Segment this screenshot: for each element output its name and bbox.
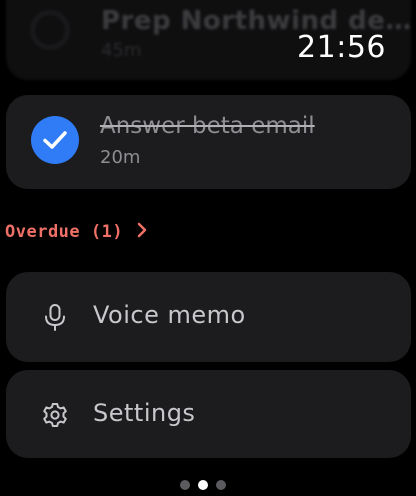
watch-screen: Prep Northwind de… 45m 21:56 Answer beta… xyxy=(0,0,416,496)
page-dot-active xyxy=(198,480,208,490)
page-indicator xyxy=(180,480,226,490)
overdue-label: Overdue (1) xyxy=(5,222,124,242)
task-duration: 45m xyxy=(101,40,142,61)
overdue-link[interactable]: Overdue (1) xyxy=(5,219,147,245)
task-card-answer-beta-email[interactable]: Answer beta email 20m xyxy=(6,95,411,189)
chevron-right-icon xyxy=(137,222,147,243)
task-progress-ring xyxy=(30,10,70,50)
settings-label: Settings xyxy=(93,399,196,427)
page-dot xyxy=(216,480,226,490)
gear-icon xyxy=(42,401,68,429)
settings-button[interactable]: Settings xyxy=(6,370,411,458)
voice-memo-button[interactable]: Voice memo xyxy=(6,272,411,362)
task-title: Answer beta email xyxy=(100,113,315,139)
microphone-icon xyxy=(42,303,68,331)
voice-memo-label: Voice memo xyxy=(93,301,246,329)
clock-time: 21:56 xyxy=(297,30,386,65)
checkmark-icon[interactable] xyxy=(31,116,79,164)
page-dot xyxy=(180,480,190,490)
task-duration: 20m xyxy=(100,147,141,168)
